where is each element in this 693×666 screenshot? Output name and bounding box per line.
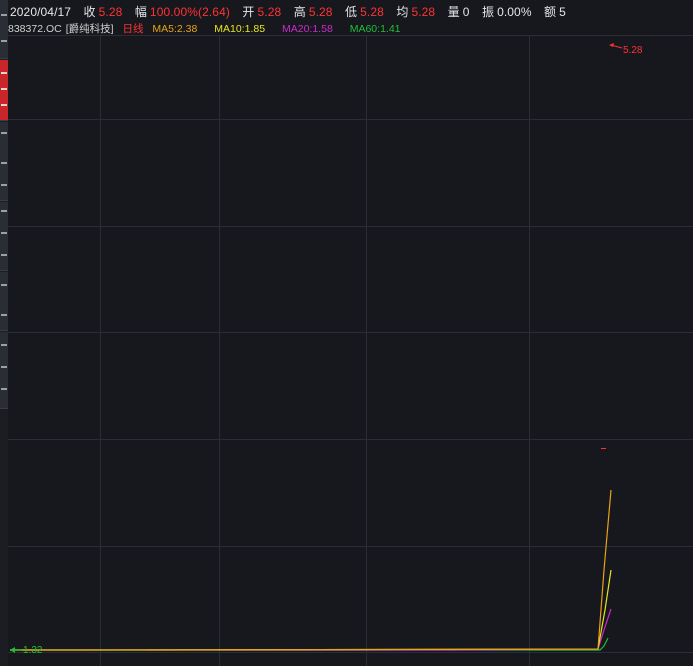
low-marker: 1.32 [10,645,43,656]
high-label: 5.28 [623,45,643,56]
kline-chart[interactable]: 5.28 1.32 [0,0,693,666]
chart-grid [8,35,693,666]
high-marker: 5.28 [609,43,643,56]
low-label: 1.32 [23,645,43,656]
ma60-line [10,637,609,651]
